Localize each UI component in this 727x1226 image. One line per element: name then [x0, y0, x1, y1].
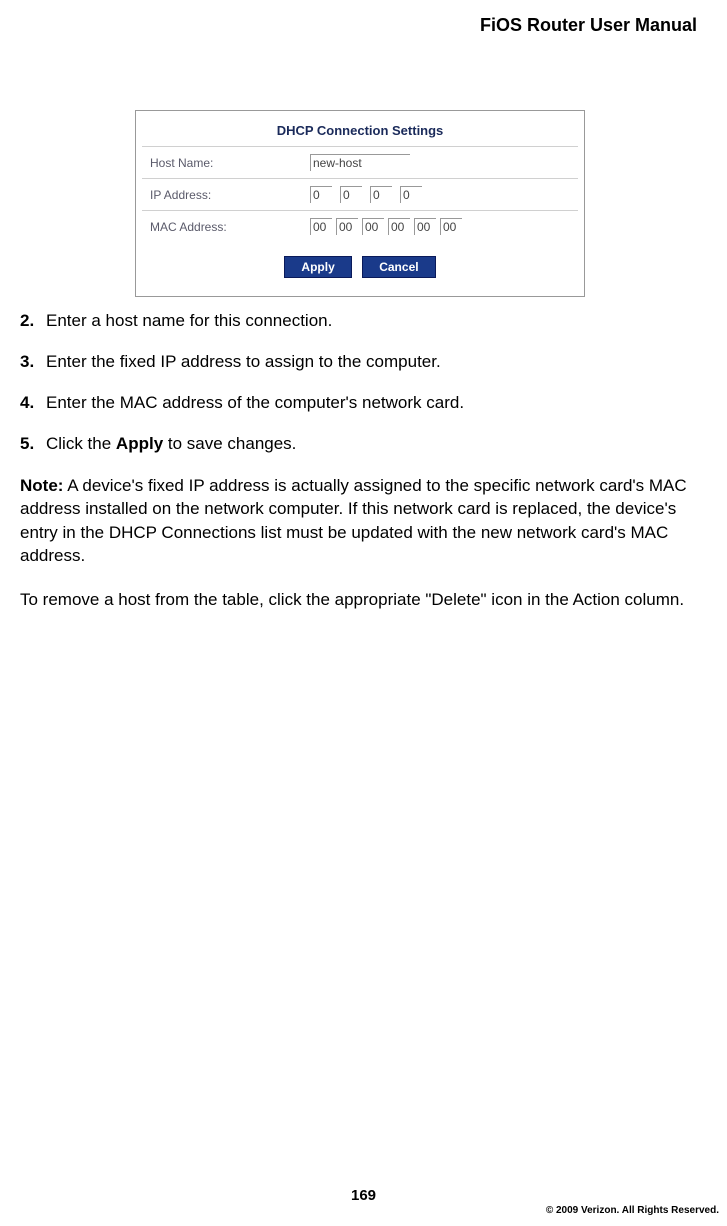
apply-button[interactable]: Apply [284, 256, 351, 278]
ip-octet-1[interactable] [310, 186, 332, 203]
note-label: Note: [20, 476, 63, 495]
step-text-post: to save changes. [163, 434, 296, 453]
note-text: A device's fixed IP address is actually … [20, 476, 687, 565]
page-header-title: FiOS Router User Manual [480, 15, 697, 36]
host-name-label: Host Name: [150, 156, 310, 170]
mac-address-label: MAC Address: [150, 220, 310, 234]
step-text: Enter the MAC address of the computer's … [46, 392, 697, 415]
mac-octet-3[interactable] [362, 218, 384, 235]
step-number: 5. [20, 433, 46, 456]
step-number: 4. [20, 392, 46, 415]
mac-octet-6[interactable] [440, 218, 462, 235]
step-text: Enter a host name for this connection. [46, 310, 697, 333]
step-text: Enter the fixed IP address to assign to … [46, 351, 697, 374]
cancel-button[interactable]: Cancel [362, 256, 435, 278]
copyright-text: © 2009 Verizon. All Rights Reserved. [546, 1205, 719, 1216]
ip-octet-2[interactable] [340, 186, 362, 203]
mac-octet-4[interactable] [388, 218, 410, 235]
panel-title: DHCP Connection Settings [142, 117, 578, 146]
step-number: 3. [20, 351, 46, 374]
step-text: Click the Apply to save changes. [46, 433, 697, 456]
step-text-bold: Apply [116, 434, 163, 453]
step-5: 5. Click the Apply to save changes. [20, 433, 697, 456]
step-4: 4. Enter the MAC address of the computer… [20, 392, 697, 415]
mac-octet-2[interactable] [336, 218, 358, 235]
mac-octet-1[interactable] [310, 218, 332, 235]
ip-octet-4[interactable] [400, 186, 422, 203]
remove-host-paragraph: To remove a host from the table, click t… [20, 588, 697, 611]
note-paragraph: Note: A device's fixed IP address is act… [20, 474, 697, 568]
step-3: 3. Enter the fixed IP address to assign … [20, 351, 697, 374]
mac-octet-5[interactable] [414, 218, 436, 235]
ip-address-label: IP Address: [150, 188, 310, 202]
host-name-row: Host Name: [142, 146, 578, 178]
ip-octet-3[interactable] [370, 186, 392, 203]
step-2: 2. Enter a host name for this connection… [20, 310, 697, 333]
mac-address-row: MAC Address: [142, 210, 578, 242]
step-number: 2. [20, 310, 46, 333]
step-text-pre: Click the [46, 434, 116, 453]
body-content: 2. Enter a host name for this connection… [20, 310, 697, 631]
host-name-input[interactable] [310, 154, 410, 171]
dhcp-settings-figure: DHCP Connection Settings Host Name: IP A… [135, 110, 585, 297]
button-row: Apply Cancel [142, 242, 578, 290]
ip-address-row: IP Address: [142, 178, 578, 210]
page-number: 169 [0, 1187, 727, 1204]
